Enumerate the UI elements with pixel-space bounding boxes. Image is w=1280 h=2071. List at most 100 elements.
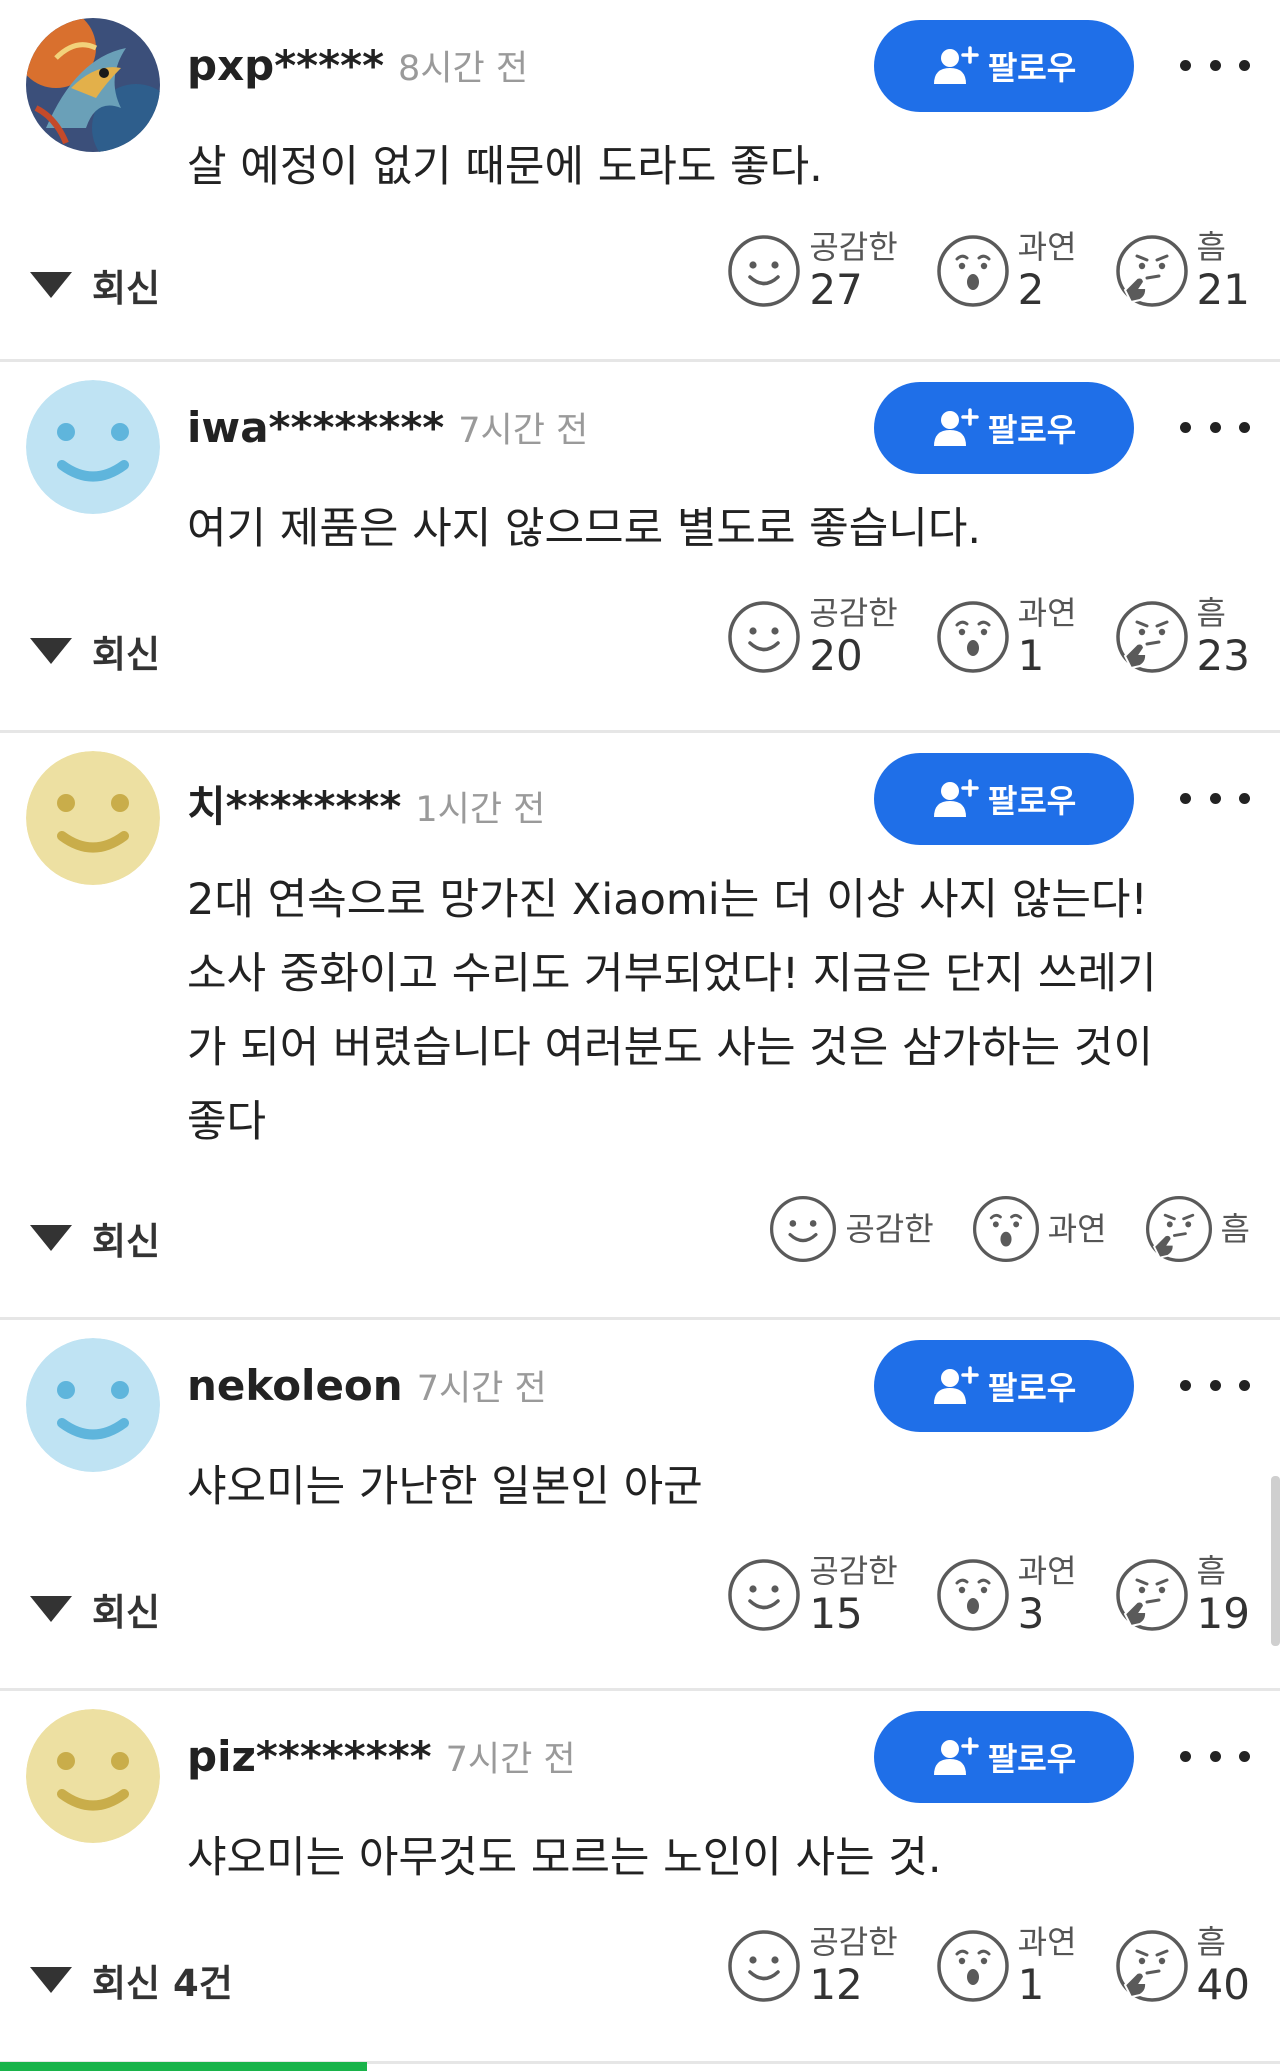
reaction-hmm[interactable]: 흠 23 bbox=[1113, 594, 1250, 680]
dragon-avatar-icon bbox=[26, 18, 160, 152]
username[interactable]: iwa******** 7시간 전 bbox=[187, 402, 588, 453]
reply-toggle[interactable]: 회신 bbox=[30, 1582, 160, 1636]
reply-label: 회신 bbox=[92, 1220, 161, 1263]
smile-face-icon bbox=[728, 601, 801, 673]
reaction-bar: 공감한 12 과연 1 흠 40 bbox=[689, 1923, 1250, 2009]
triangle-down-icon bbox=[30, 638, 72, 664]
dot-icon bbox=[1239, 1750, 1250, 1762]
thinking-face-icon bbox=[1115, 1559, 1188, 1631]
reaction-hmm[interactable]: 흠 21 bbox=[1113, 228, 1250, 314]
reaction-label: 공감한 bbox=[809, 1552, 898, 1590]
reply-label: 회신 bbox=[92, 267, 161, 310]
more-options-button[interactable] bbox=[1180, 1731, 1250, 1781]
comment-text: 샤오미는 가난한 일본인 아군 bbox=[187, 1450, 1247, 1524]
username[interactable]: piz******** 7시간 전 bbox=[187, 1731, 576, 1782]
reply-toggle[interactable]: 회신 bbox=[30, 624, 160, 678]
reply-toggle[interactable]: 회신 bbox=[30, 1211, 160, 1265]
reaction-surprise[interactable]: 과연 bbox=[970, 1193, 1107, 1265]
username[interactable]: nekoleon 7시간 전 bbox=[187, 1360, 547, 1411]
surprised-face-icon bbox=[936, 1930, 1009, 2002]
thinking-face-icon bbox=[1145, 1195, 1212, 1263]
follow-label: 팔로우 bbox=[987, 411, 1077, 449]
reply-label: 회신 4건 bbox=[92, 1962, 233, 2005]
reaction-bar: 공감한 20 과연 1 흠 23 bbox=[689, 594, 1250, 680]
dot-icon bbox=[1209, 1379, 1221, 1391]
reaction-count: 21 bbox=[1196, 265, 1250, 314]
reaction-surprise[interactable]: 과연 1 bbox=[934, 1923, 1077, 2009]
reply-toggle[interactable]: 회신 bbox=[30, 258, 160, 312]
avatar[interactable] bbox=[26, 18, 160, 152]
avatar[interactable] bbox=[26, 1709, 160, 1843]
follow-label: 팔로우 bbox=[987, 49, 1077, 87]
reaction-label: 흠 bbox=[1196, 1923, 1226, 1961]
thinking-face-icon bbox=[1115, 601, 1188, 673]
avatar[interactable] bbox=[26, 1338, 160, 1472]
username[interactable]: pxp***** 8시간 전 bbox=[187, 40, 528, 91]
reaction-surprise[interactable]: 과연 3 bbox=[934, 1552, 1077, 1638]
comment-text: 2대 연속으로 망가진 Xiaomi는 더 이상 사지 않는다! 소사 중화이고… bbox=[187, 863, 1247, 1159]
reaction-label: 흠 bbox=[1196, 228, 1226, 266]
triangle-down-icon bbox=[30, 272, 72, 298]
follow-button[interactable]: 팔로우 bbox=[874, 753, 1134, 845]
username[interactable]: 치******** 1시간 전 bbox=[187, 773, 545, 834]
dot-icon bbox=[1180, 421, 1191, 433]
dot-icon bbox=[1209, 421, 1221, 433]
dot-icon bbox=[1239, 59, 1250, 71]
reaction-label: 흠 bbox=[1196, 1552, 1226, 1590]
dot-icon bbox=[1209, 59, 1221, 71]
surprised-face-icon bbox=[936, 235, 1009, 307]
reaction-empathy[interactable]: 공감한 27 bbox=[725, 228, 898, 314]
reaction-bar: 공감한 15 과연 3 흠 19 bbox=[689, 1552, 1250, 1638]
comment-text: 샤오미는 아무것도 모르는 노인이 사는 것. bbox=[187, 1821, 1247, 1895]
reaction-hmm[interactable]: 흠 bbox=[1143, 1193, 1250, 1265]
avatar[interactable] bbox=[26, 751, 160, 885]
reaction-label: 공감한 bbox=[809, 594, 898, 632]
reply-label: 회신 bbox=[92, 1591, 161, 1634]
reaction-surprise[interactable]: 과연 2 bbox=[934, 228, 1077, 314]
triangle-down-icon bbox=[30, 1967, 72, 1993]
follow-button[interactable]: 팔로우 bbox=[874, 382, 1134, 474]
reaction-label: 과연 bbox=[1017, 228, 1077, 266]
smile-face-icon bbox=[728, 1930, 801, 2002]
avatar[interactable] bbox=[26, 380, 160, 514]
reaction-hmm[interactable]: 흠 40 bbox=[1113, 1923, 1250, 2009]
comment-line: 여기 제품은 사지 않으므로 별도로 좋습니다. bbox=[187, 504, 982, 554]
comment-line: 샤오미는 가난한 일본인 아군 bbox=[187, 1462, 703, 1512]
follow-button[interactable]: 팔로우 bbox=[874, 1711, 1134, 1803]
reaction-count: 3 bbox=[1017, 1589, 1045, 1638]
reaction-empathy[interactable]: 공감한 12 bbox=[725, 1923, 898, 2009]
yellow-smiley-avatar-icon bbox=[26, 1709, 160, 1843]
follow-button[interactable]: 팔로우 bbox=[874, 1340, 1134, 1432]
dot-icon bbox=[1180, 792, 1191, 804]
reaction-empathy[interactable]: 공감한 bbox=[767, 1193, 934, 1265]
dot-icon bbox=[1239, 792, 1250, 804]
comment-line: 샤오미는 아무것도 모르는 노인이 사는 것. bbox=[187, 1833, 942, 1883]
dot-icon bbox=[1209, 792, 1221, 804]
reaction-empathy[interactable]: 공감한 20 bbox=[725, 594, 898, 680]
surprised-face-icon bbox=[936, 1559, 1009, 1631]
follow-button[interactable]: 팔로우 bbox=[874, 20, 1134, 112]
progress-bar bbox=[0, 2062, 367, 2071]
reaction-count: 12 bbox=[809, 1960, 863, 2009]
reaction-label: 공감한 bbox=[809, 228, 898, 266]
more-options-button[interactable] bbox=[1180, 773, 1250, 823]
reaction-surprise[interactable]: 과연 1 bbox=[934, 594, 1077, 680]
smile-face-icon bbox=[770, 1195, 837, 1263]
yellow-smiley-avatar-icon bbox=[26, 751, 160, 885]
surprised-face-icon bbox=[936, 601, 1009, 673]
add-user-icon bbox=[933, 779, 979, 817]
reply-label: 회신 bbox=[92, 633, 161, 676]
more-options-button[interactable] bbox=[1180, 40, 1250, 90]
reply-toggle[interactable]: 회신 4건 bbox=[30, 1953, 233, 2007]
reaction-hmm[interactable]: 흠 19 bbox=[1113, 1552, 1250, 1638]
triangle-down-icon bbox=[30, 1596, 72, 1622]
more-options-button[interactable] bbox=[1180, 402, 1250, 452]
add-user-icon bbox=[933, 46, 979, 84]
scrollbar[interactable] bbox=[1271, 1476, 1280, 1646]
reaction-empathy[interactable]: 공감한 15 bbox=[725, 1552, 898, 1638]
reaction-count: 15 bbox=[809, 1589, 863, 1638]
more-options-button[interactable] bbox=[1180, 1360, 1250, 1410]
comment-line: 2대 연속으로 망가진 Xiaomi는 더 이상 사지 않는다! bbox=[187, 875, 1148, 925]
thinking-face-icon bbox=[1115, 1930, 1188, 2002]
reaction-count: 1 bbox=[1017, 631, 1045, 680]
